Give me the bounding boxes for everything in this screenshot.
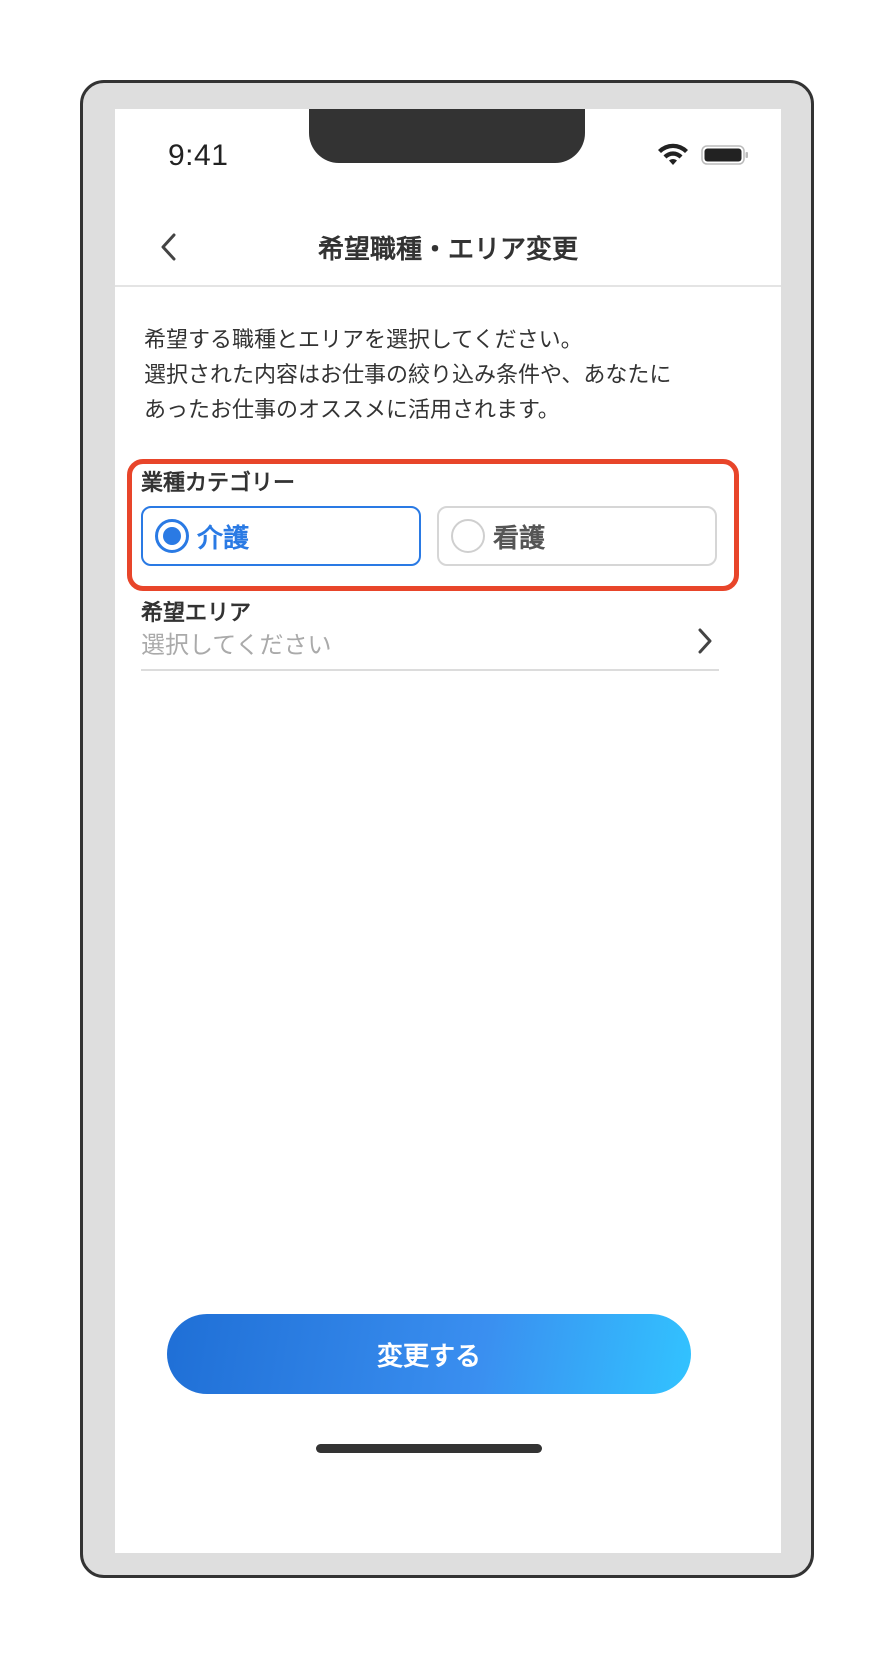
radio-unselected-icon: [451, 519, 485, 553]
area-select-field[interactable]: 選択してください: [141, 615, 719, 671]
radio-selected-icon: [155, 519, 189, 553]
description-text: 希望する職種とエリアを選択してください。 選択された内容はお仕事の絞り込み条件や…: [144, 323, 754, 428]
wifi-icon: [658, 143, 688, 165]
description-line: あったお仕事のオススメに活用されます。: [144, 398, 560, 423]
navigation-bar: 希望職種・エリア変更: [115, 219, 781, 287]
description-line: 希望する職種とエリアを選択してください。: [144, 328, 583, 353]
description-line: 選択された内容はお仕事の絞り込み条件や、あなたに: [144, 363, 672, 388]
radio-option-kaigo[interactable]: 介護: [141, 506, 421, 566]
radio-option-kango[interactable]: 看護: [437, 506, 717, 566]
area-placeholder: 選択してください: [141, 631, 332, 659]
page-title: 希望職種・エリア変更: [317, 235, 578, 265]
chevron-right-icon: [698, 628, 712, 654]
submit-button[interactable]: 変更する: [167, 1314, 691, 1394]
device-notch: [309, 109, 585, 163]
home-indicator: [316, 1444, 542, 1453]
battery-icon: [701, 145, 748, 165]
status-time: 9:41: [168, 139, 229, 172]
category-label: 業種カテゴリー: [141, 471, 296, 496]
radio-label: 介護: [197, 523, 250, 554]
phone-screen: 9:41 希望職種・エリア変更 希望する職種とエリアを選択してください。 選択さ…: [115, 109, 781, 1553]
radio-label: 看護: [493, 523, 546, 554]
